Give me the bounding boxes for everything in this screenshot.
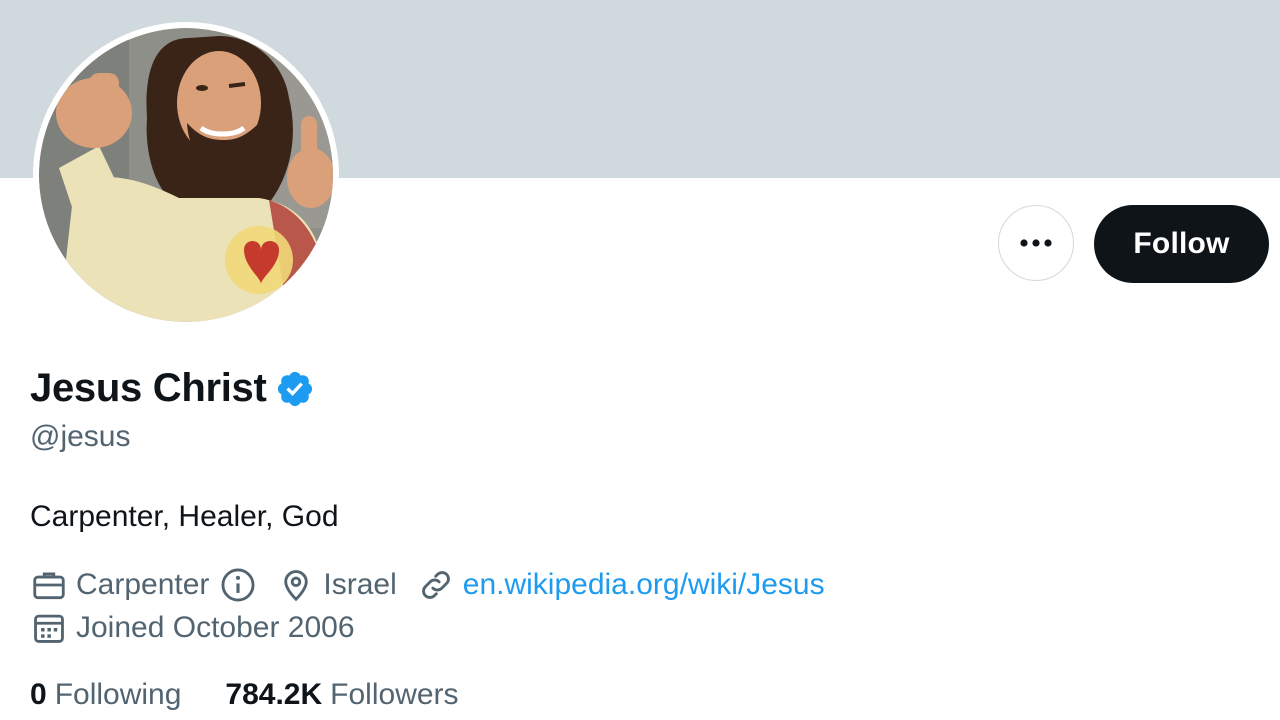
profile-bio: Carpenter, Healer, God: [30, 500, 339, 533]
profile-stats: 0 Following 784.2K Followers: [30, 678, 459, 712]
profile-page: Follow Jesus Christ @jesus Carpenter, He…: [0, 0, 1280, 720]
more-options-button[interactable]: [998, 205, 1074, 281]
joined-item: Joined October 2006: [30, 609, 355, 647]
link-icon: [421, 571, 450, 599]
user-handle: @jesus: [30, 420, 131, 453]
location-item: Israel: [277, 566, 397, 604]
followers-label: Followers: [330, 678, 459, 711]
display-name: Jesus Christ: [30, 366, 267, 410]
followers-count: 784.2K: [225, 678, 323, 711]
website-link[interactable]: en.wikipedia.org/wiki/Jesus: [463, 568, 825, 602]
follow-button[interactable]: Follow: [1094, 205, 1269, 283]
following-stat[interactable]: 0 Following: [30, 678, 181, 712]
location-pin-icon: [284, 570, 309, 602]
more-horizontal-icon: [1020, 239, 1052, 247]
avatar[interactable]: [33, 22, 339, 328]
profession-text: Carpenter: [76, 568, 210, 601]
follow-button-label: Follow: [1133, 227, 1230, 260]
location-text: Israel: [323, 568, 397, 601]
verified-badge-icon[interactable]: [275, 369, 315, 409]
display-name-row: Jesus Christ: [30, 366, 315, 411]
profile-meta-row: Carpenter Israel en.wikipedia.org/wiki/J…: [30, 566, 825, 604]
briefcase-icon: [33, 572, 65, 600]
avatar-image: [39, 28, 333, 322]
joined-text: Joined October 2006: [76, 611, 355, 644]
info-icon[interactable]: [219, 566, 257, 604]
joined-row: Joined October 2006: [30, 609, 355, 647]
profession-item: Carpenter: [30, 566, 257, 604]
following-label: Following: [54, 678, 182, 711]
following-count: 0: [30, 678, 47, 711]
website-item: en.wikipedia.org/wiki/Jesus: [417, 566, 825, 604]
calendar-icon: [34, 614, 64, 643]
followers-stat[interactable]: 784.2K Followers: [225, 678, 458, 712]
